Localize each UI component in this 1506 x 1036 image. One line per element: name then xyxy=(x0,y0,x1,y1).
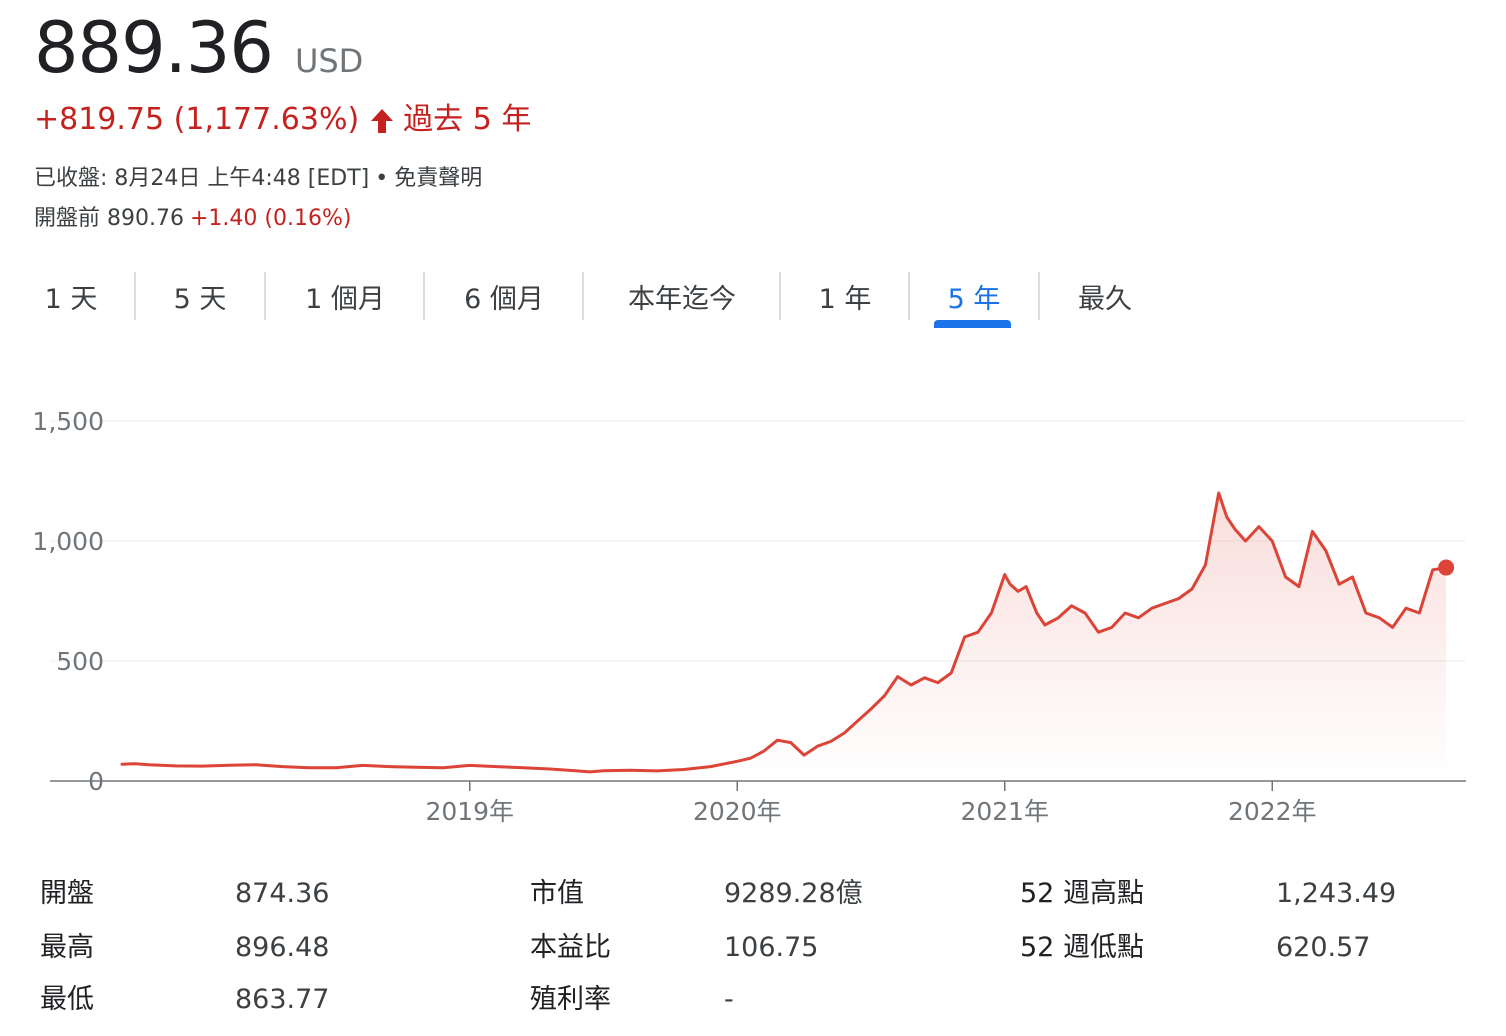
separator-dot: • xyxy=(375,166,389,191)
disclaimer-link[interactable]: 免責聲明 xyxy=(394,166,482,191)
premarket-change: +1.40 (0.16%) xyxy=(189,206,352,231)
y-tick-label: 500 xyxy=(56,647,104,676)
tab-5-years[interactable]: 5 年 xyxy=(924,268,1024,324)
x-tick-label: 2020年 xyxy=(693,797,782,826)
stat-yield-value: - xyxy=(724,984,734,1015)
stat-pe-value: 106.75 xyxy=(724,932,819,963)
stat-open-value: 874.36 xyxy=(235,878,330,909)
closed-time: 已收盤: 8月24日 上午4:48 [EDT] xyxy=(34,166,370,191)
stat-market-cap-value: 9289.28億 xyxy=(724,878,863,909)
tab-max[interactable]: 最久 xyxy=(1052,268,1158,324)
stat-52w-high-label: 52 週高點 xyxy=(1020,878,1144,909)
tab-divider xyxy=(134,272,136,320)
y-tick-label: 0 xyxy=(88,767,104,796)
tab-divider xyxy=(423,272,425,320)
x-tick-label: 2021年 xyxy=(960,797,1049,826)
price-change: +819.75 (1,177.63%) xyxy=(34,102,360,137)
active-tab-indicator xyxy=(934,320,1011,328)
stat-yield-label: 殖利率 xyxy=(530,984,611,1015)
tab-divider xyxy=(264,272,266,320)
currency-label: USD xyxy=(294,42,364,80)
stat-open-label: 開盤 xyxy=(40,878,94,909)
tab-divider xyxy=(1038,272,1040,320)
y-tick-label: 1,000 xyxy=(32,527,104,556)
tab-1-year[interactable]: 1 年 xyxy=(794,268,896,324)
premarket-price: 開盤前 890.76 xyxy=(34,206,184,231)
stat-high-value: 896.48 xyxy=(235,932,330,963)
price-area xyxy=(122,493,1447,781)
stat-pe-label: 本益比 xyxy=(530,932,611,963)
price-chart[interactable]: 0 500 1,000 1,500 2019年 2020年 2021年 2022年 xyxy=(0,380,1506,840)
tab-1-day[interactable]: 1 天 xyxy=(22,268,120,324)
tab-5-days[interactable]: 5 天 xyxy=(148,268,252,324)
stat-52w-low-label: 52 週低點 xyxy=(1020,932,1144,963)
stat-low-value: 863.77 xyxy=(235,984,330,1015)
stat-market-cap-label: 市值 xyxy=(530,878,584,909)
stat-52w-high-value: 1,243.49 xyxy=(1276,878,1397,909)
latest-price-marker xyxy=(1438,559,1455,576)
tab-divider xyxy=(908,272,910,320)
x-tick-label: 2022年 xyxy=(1228,797,1317,826)
price-change-row: +819.75 (1,177.63%) 過去 5 年 xyxy=(34,100,531,140)
current-price: 889.36 xyxy=(34,7,274,89)
tab-1-month[interactable]: 1 個月 xyxy=(280,268,410,324)
y-tick-label: 1,500 xyxy=(32,407,104,436)
premarket-row: 開盤前 890.76 +1.40 (0.16%) xyxy=(34,204,351,234)
tab-divider xyxy=(779,272,781,320)
market-status: 已收盤: 8月24日 上午4:48 [EDT] • 免責聲明 xyxy=(34,164,482,194)
tab-6-months[interactable]: 6 個月 xyxy=(438,268,570,324)
stat-high-label: 最高 xyxy=(40,932,94,963)
stat-52w-low-value: 620.57 xyxy=(1276,932,1371,963)
chart-svg[interactable]: 0 500 1,000 1,500 2019年 2020年 2021年 2022年 xyxy=(0,380,1506,840)
price-header: 889.36 USD xyxy=(34,8,363,88)
tab-divider xyxy=(582,272,584,320)
arrow-up-icon xyxy=(369,106,395,134)
x-tick-label: 2019年 xyxy=(425,797,514,826)
tab-ytd[interactable]: 本年迄今 xyxy=(598,268,766,324)
stat-low-label: 最低 xyxy=(40,984,94,1015)
change-period: 過去 5 年 xyxy=(403,102,532,137)
